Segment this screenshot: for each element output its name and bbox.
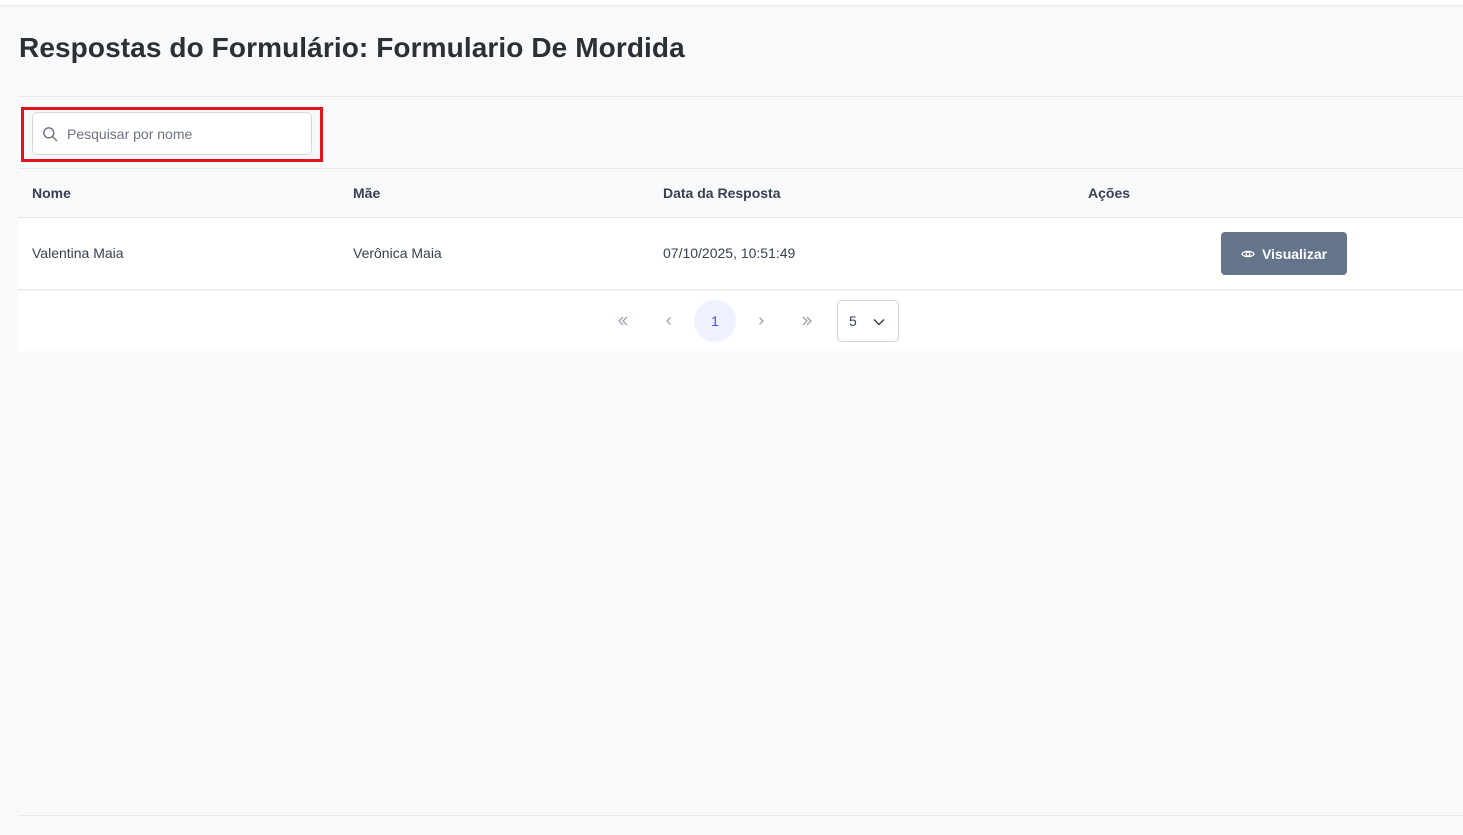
table-toolbar xyxy=(18,97,1463,169)
view-button-label: Visualizar xyxy=(1261,245,1328,262)
view-button[interactable]: Visualizar xyxy=(1221,232,1347,275)
page-title: Respostas do Formulário: Formulario De M… xyxy=(19,32,685,63)
rows-per-page-value: 5 xyxy=(849,313,857,329)
next-page-button[interactable] xyxy=(740,300,782,342)
footer-logo xyxy=(539,830,563,835)
chevron-down-icon xyxy=(873,318,885,326)
table-row: Valentina Maia Verônica Maia 07/10/2025,… xyxy=(18,218,1463,290)
prev-page-button[interactable] xyxy=(648,300,690,342)
last-page-button[interactable] xyxy=(786,300,828,342)
page-button-current[interactable]: 1 xyxy=(694,300,736,342)
search-input[interactable] xyxy=(67,113,307,154)
search-icon xyxy=(43,127,58,142)
search-field[interactable] xyxy=(32,112,312,155)
first-page-button[interactable] xyxy=(602,300,644,342)
top-bar xyxy=(0,0,1463,6)
footer-divider xyxy=(18,815,1463,816)
rows-per-page-select[interactable]: 5 xyxy=(837,300,899,342)
column-header-nome[interactable]: Nome xyxy=(32,185,71,201)
eye-icon xyxy=(1241,250,1255,257)
cell-nome: Valentina Maia xyxy=(32,245,124,261)
table-header-row: Nome Mãe Data da Resposta Ações xyxy=(18,169,1463,218)
chevron-left-icon xyxy=(666,317,671,325)
column-header-mae[interactable]: Mãe xyxy=(353,185,380,201)
double-chevron-left-icon xyxy=(618,316,628,326)
column-header-data-resposta[interactable]: Data da Resposta xyxy=(663,185,780,201)
double-chevron-right-icon xyxy=(802,316,812,326)
cell-mae: Verônica Maia xyxy=(353,245,442,261)
pagination: 1 5 xyxy=(18,291,1463,351)
column-header-acoes: Ações xyxy=(1088,185,1131,201)
chevron-right-icon xyxy=(759,317,764,325)
responses-table-card: Nome Mãe Data da Resposta Ações Valentin… xyxy=(18,96,1463,351)
cell-data-resposta: 07/10/2025, 10:51:49 xyxy=(663,245,796,261)
